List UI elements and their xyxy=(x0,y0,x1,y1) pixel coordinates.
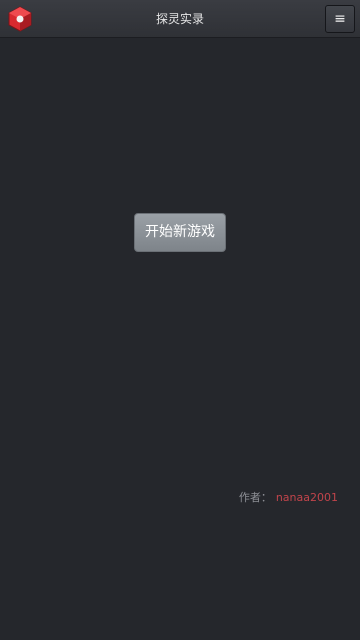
app-screen: 探灵实录 ≡ 开始新游戏 作者： nanaa2001 xyxy=(0,0,360,640)
author-credit: 作者： nanaa2001 xyxy=(239,489,338,505)
menu-button[interactable]: ≡ xyxy=(325,5,355,33)
page-title: 探灵实录 xyxy=(155,12,204,26)
author-name[interactable]: nanaa2001 xyxy=(276,491,338,504)
start-new-game-button[interactable]: 开始新游戏 xyxy=(134,213,226,252)
author-label: 作者： xyxy=(238,491,272,504)
header-bar: 探灵实录 ≡ xyxy=(0,0,360,38)
menu-icon: ≡ xyxy=(334,11,346,27)
